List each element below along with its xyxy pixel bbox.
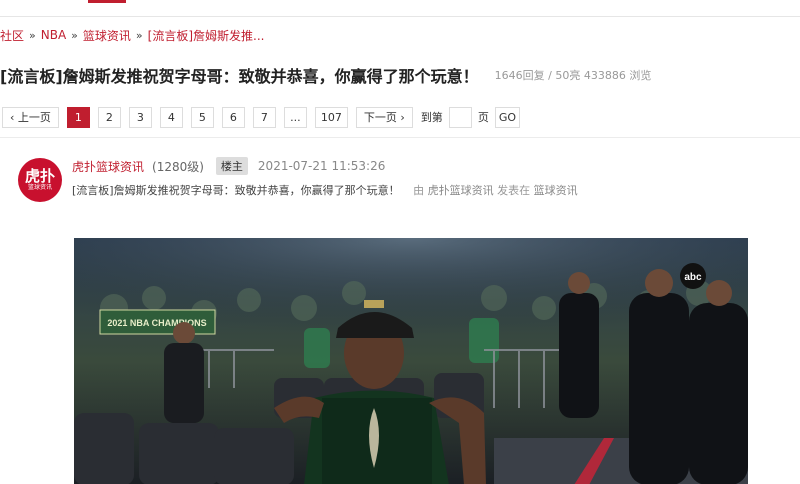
breadcrumb-nba-link[interactable]: NBA: [41, 28, 66, 42]
page-button-3[interactable]: 3: [128, 106, 152, 128]
page-button-1[interactable]: 1: [66, 106, 90, 128]
post-subject: [流言板]詹姆斯发推祝贺字母哥：致敬并恭喜，你赢得了那个玩意！: [72, 184, 400, 197]
page-button-5[interactable]: 5: [190, 106, 214, 128]
breadcrumb-separator: »: [135, 28, 143, 42]
post-meta: 由 虎扑篮球资讯 发表在 篮球资讯: [413, 184, 578, 197]
go-button[interactable]: GO: [494, 106, 520, 128]
thread-stats: 1646回复 / 50亮 433886 浏览: [494, 69, 652, 82]
post-subject-line: [流言板]詹姆斯发推祝贺字母哥：致敬并恭喜，你赢得了那个玩意！ 由 虎扑篮球资讯…: [72, 182, 578, 198]
page-button-6[interactable]: 6: [221, 106, 245, 128]
page-button-107[interactable]: 107: [314, 106, 348, 128]
thread-header: [流言板]詹姆斯发推祝贺字母哥：致敬并恭喜，你赢得了那个玩意！ 1646回复 /…: [0, 53, 800, 97]
breadcrumb-separator: »: [71, 28, 78, 42]
first-post: 虎扑 篮球资讯 虎扑篮球资讯 (1280级) 楼主 2021-07-21 11:…: [0, 137, 800, 484]
post-time: 2021-07-21 11:53:26: [257, 159, 386, 173]
meta-board-link[interactable]: 篮球资讯: [534, 184, 578, 197]
page-ellipsis-button[interactable]: ...: [283, 106, 307, 128]
top-nav-bar: [0, 0, 800, 17]
avatar-logo-subtext: 篮球资讯: [27, 184, 52, 191]
op-badge: 楼主: [215, 157, 248, 175]
page-button-2[interactable]: 2: [97, 106, 121, 128]
prev-page-button[interactable]: ‹ 上一页: [2, 106, 59, 128]
abc-logo: abc: [684, 272, 702, 283]
breadcrumb: 社区 » NBA » 篮球资讯 » [流言板]詹姆斯发推...: [0, 17, 800, 53]
author-name-link[interactable]: 虎扑篮球资讯: [72, 158, 144, 175]
avatar[interactable]: 虎扑 篮球资讯: [18, 158, 62, 202]
meta-published-label: 发表在: [497, 184, 531, 197]
page-unit-label: 页: [477, 111, 489, 124]
celebration-photo-illustration: 2021 NBA CHAMPIONS abc: [74, 238, 748, 484]
post-author-line: 虎扑篮球资讯 (1280级) 楼主 2021-07-21 11:53:26: [72, 157, 385, 175]
meta-author-link[interactable]: 虎扑篮球资讯: [428, 184, 494, 197]
thread-title: [流言板]詹姆斯发推祝贺字母哥：致敬并恭喜，你赢得了那个玩意！: [0, 67, 479, 86]
breadcrumb-news-link[interactable]: 篮球资讯: [83, 27, 131, 44]
breadcrumb-current-thread-link[interactable]: [流言板]詹姆斯发推...: [148, 27, 265, 44]
breadcrumb-separator: »: [29, 28, 36, 42]
avatar-logo-text: 虎扑: [24, 167, 55, 185]
active-nav-indicator: [88, 0, 126, 3]
meta-by-label: 由: [413, 184, 425, 197]
post-photo: 2021 NBA CHAMPIONS abc: [74, 238, 748, 484]
goto-label: 到第: [420, 111, 443, 124]
page-number-input[interactable]: [448, 106, 472, 128]
next-page-button[interactable]: 下一页 ›: [355, 106, 413, 128]
page-button-4[interactable]: 4: [159, 106, 183, 128]
breadcrumb-community-link[interactable]: 社区: [0, 27, 24, 44]
page-button-7[interactable]: 7: [252, 106, 276, 128]
pagination: ‹ 上一页 1 2 3 4 5 6 7 ... 107 下一页 › 到第 页 G…: [0, 97, 800, 137]
author-level: (1280级): [152, 159, 204, 174]
